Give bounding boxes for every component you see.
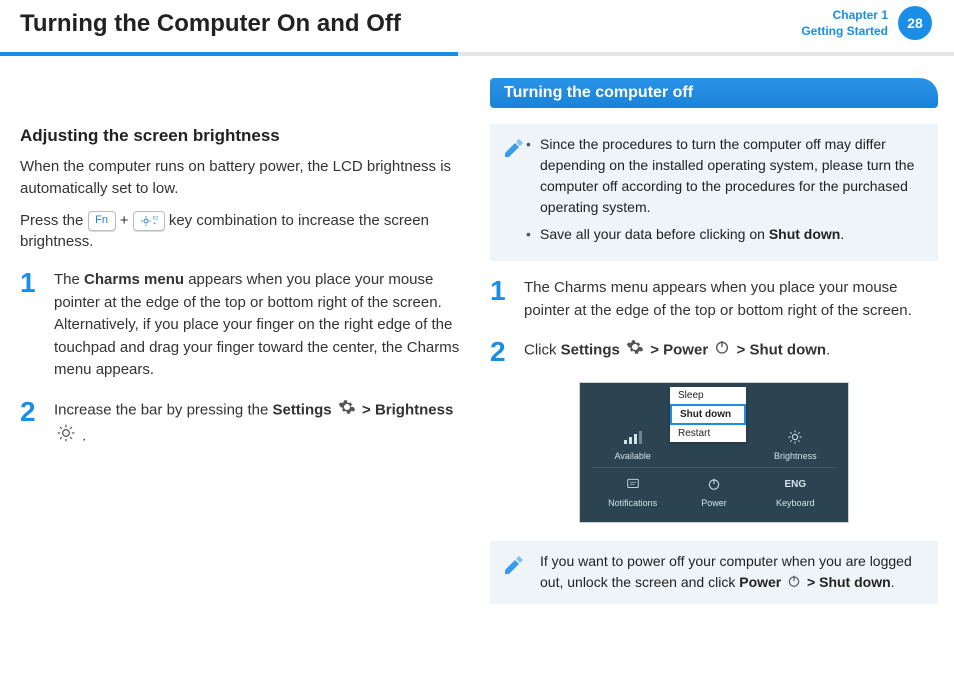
brightness-icon	[56, 423, 76, 451]
page-title: Turning the Computer On and Off	[20, 10, 934, 38]
text-bold: Power	[739, 574, 781, 590]
text: Save all your data before clicking on	[540, 226, 769, 242]
key-combo-paragraph: Press the Fn + F3 + key combination to i…	[20, 210, 460, 254]
text-bold: >	[737, 342, 750, 359]
note-box-1: Since the procedures to turn the compute…	[490, 124, 938, 261]
brightness-up-key-icon: F3 +	[140, 215, 158, 227]
charms-item-available: Available	[592, 427, 673, 461]
text: .	[82, 428, 86, 445]
label: Available	[592, 451, 673, 461]
page-header: Turning the Computer On and Off Chapter …	[0, 0, 954, 56]
text: .	[826, 342, 830, 359]
left-step-1: 1 The Charms menu appears when you place…	[20, 269, 460, 382]
note-bullet: Save all your data before clicking on Sh…	[540, 224, 924, 245]
chapter-label: Chapter 1	[801, 8, 888, 24]
gear-icon	[626, 338, 644, 364]
power-popup-menu: Sleep Shut down Restart	[670, 387, 746, 442]
header-underline	[0, 52, 954, 56]
label: Brightness	[755, 451, 836, 461]
text: +	[120, 212, 133, 229]
note-icon	[502, 553, 526, 577]
charms-item-keyboard: ENG Keyboard	[755, 474, 836, 508]
chapter-subtitle: Getting Started	[801, 24, 888, 40]
charms-screenshot: Sleep Shut down Restart Available . Brig…	[579, 382, 849, 523]
text: .	[891, 574, 895, 590]
text-bold: Shut down	[819, 574, 891, 590]
left-step-2: 2 Increase the bar by pressing the Setti…	[20, 398, 460, 451]
right-step-2: 2 Click Settings > Power > Shut down.	[490, 338, 938, 366]
power-icon	[714, 339, 730, 363]
menu-item-sleep: Sleep	[670, 387, 746, 404]
keycap-f3: F3 +	[133, 211, 165, 231]
charms-item-notifications: Notifications	[592, 474, 673, 508]
menu-item-restart: Restart	[670, 425, 746, 442]
text-bold: Settings	[272, 401, 331, 418]
page-number-badge: 28	[898, 6, 932, 40]
gear-icon	[338, 398, 356, 424]
step-number: 2	[490, 338, 512, 366]
text: Increase the bar by pressing the	[54, 401, 272, 418]
right-step-1: 1 The Charms menu appears when you place…	[490, 277, 938, 322]
note-box-2: If you want to power off your computer w…	[490, 541, 938, 604]
charms-item-power: Power	[673, 474, 754, 508]
charms-item-brightness: Brightness	[755, 427, 836, 461]
svg-text:+: +	[153, 221, 156, 227]
step-body: Click Settings > Power > Shut down.	[524, 338, 830, 366]
text-bold: Settings	[561, 342, 620, 359]
intro-paragraph: When the computer runs on battery power,…	[20, 156, 460, 200]
right-column: Turning the computer off Since the proce…	[490, 96, 938, 618]
step-number: 1	[20, 269, 42, 382]
divider	[592, 467, 836, 468]
step-body: The Charms menu appears when you place y…	[54, 269, 460, 382]
text-bold: Brightness	[375, 401, 453, 418]
text-bold: Power	[663, 342, 708, 359]
brightness-icon	[755, 427, 836, 447]
text-bold: >	[362, 401, 375, 418]
keycap-fn: Fn	[88, 211, 116, 231]
label: Power	[673, 498, 754, 508]
text: The	[54, 271, 84, 288]
text: Press the	[20, 212, 88, 229]
step-number: 1	[490, 277, 512, 322]
signal-icon	[592, 427, 673, 447]
keyboard-lang-label: ENG	[755, 474, 836, 494]
menu-item-shutdown: Shut down	[670, 404, 746, 425]
text: .	[840, 226, 844, 242]
text-bold: >	[807, 574, 819, 590]
note-icon	[502, 136, 526, 160]
text-bold: Shut down	[749, 342, 826, 359]
step-number: 2	[20, 398, 42, 451]
power-icon	[673, 474, 754, 494]
notifications-icon	[592, 474, 673, 494]
label: Notifications	[592, 498, 673, 508]
left-column: Adjusting the screen brightness When the…	[20, 96, 460, 618]
note-bullet: Since the procedures to turn the compute…	[540, 134, 924, 218]
section-banner: Turning the computer off	[490, 78, 938, 108]
power-icon	[787, 573, 801, 594]
text-bold: Charms menu	[84, 271, 184, 288]
step-body: The Charms menu appears when you place y…	[524, 277, 938, 322]
label: Keyboard	[755, 498, 836, 508]
subheading-brightness: Adjusting the screen brightness	[20, 126, 460, 146]
text-bold: >	[650, 342, 663, 359]
step-body: Increase the bar by pressing the Setting…	[54, 398, 453, 451]
text-bold: Shut down	[769, 226, 841, 242]
text: Click	[524, 342, 561, 359]
chapter-info: Chapter 1 Getting Started 28	[847, 8, 934, 39]
